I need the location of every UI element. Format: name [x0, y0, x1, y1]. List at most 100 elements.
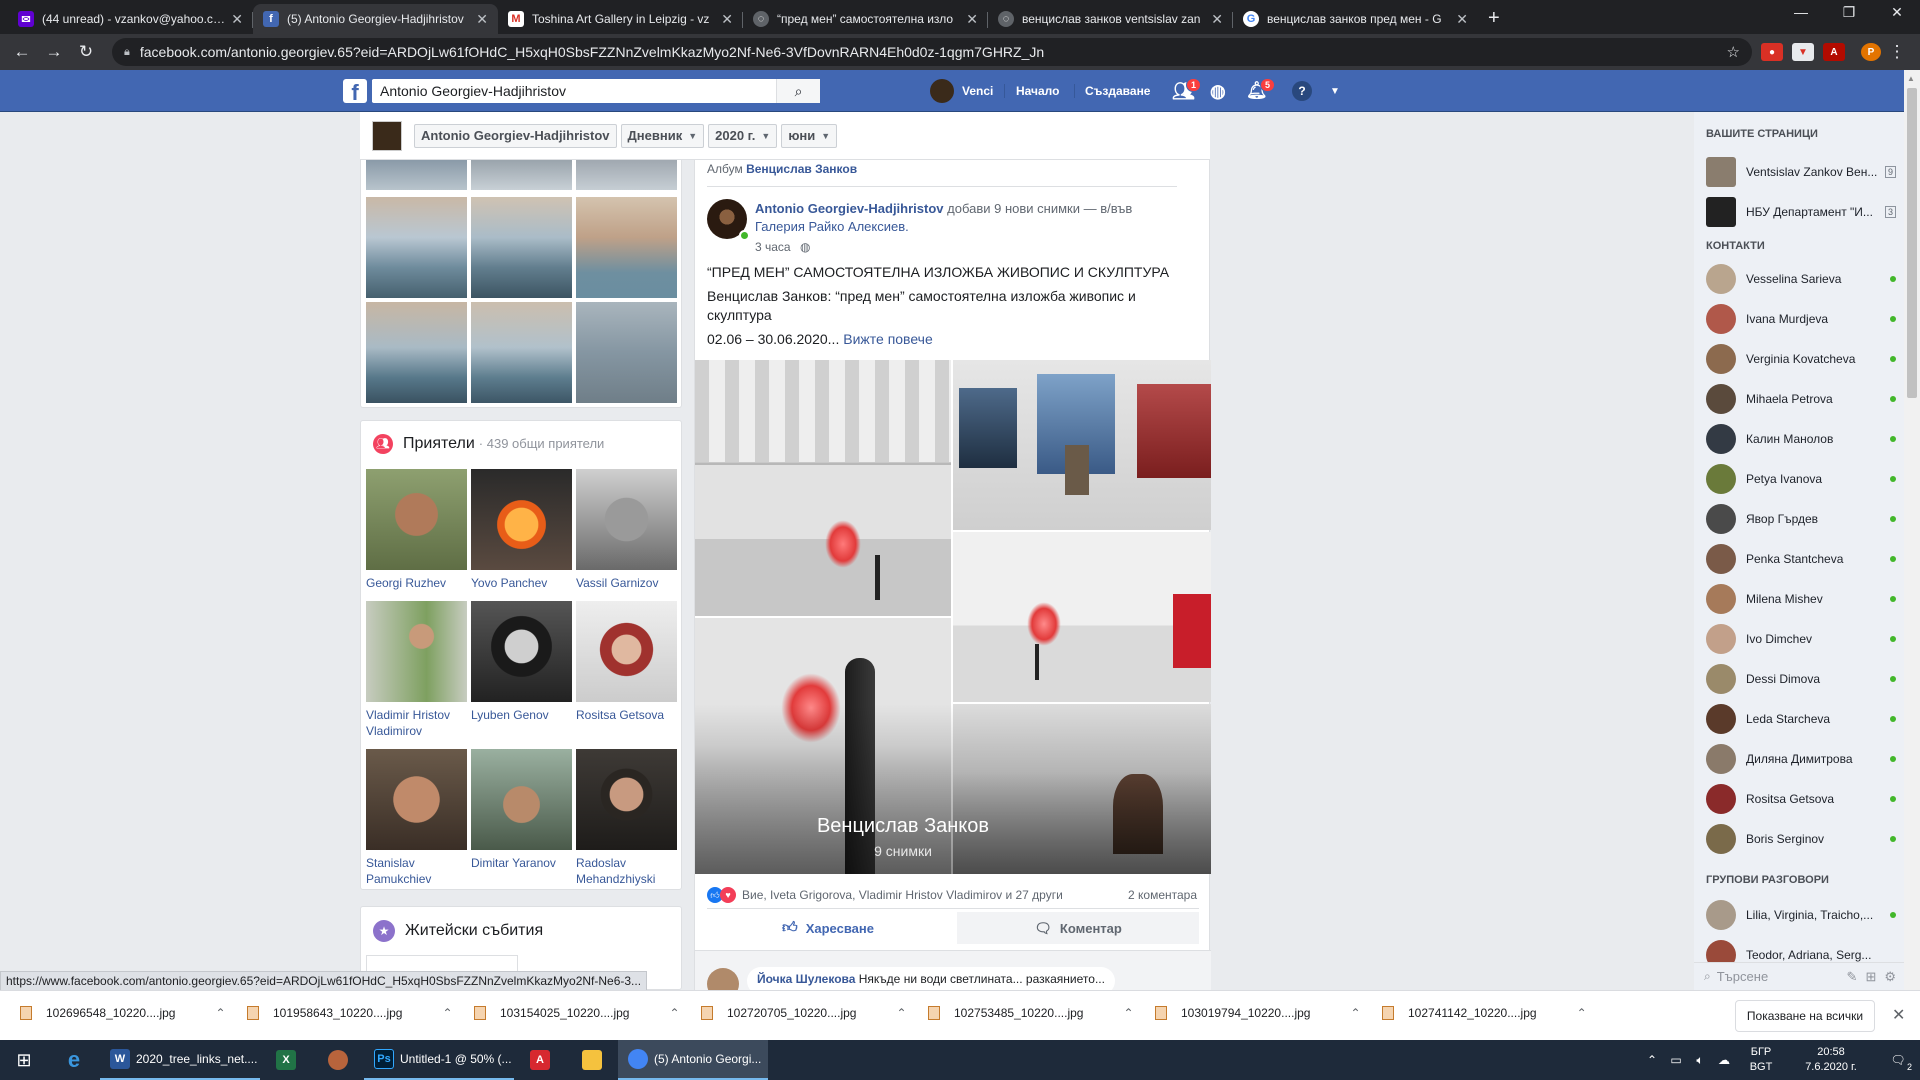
group-item[interactable]: Lilia, Virginia, Traicho,... — [1706, 898, 1896, 932]
window-close-icon[interactable]: ✕ — [1874, 4, 1920, 21]
photo-thumbnail[interactable] — [471, 160, 572, 190]
pocket-icon[interactable]: ▼ — [1792, 43, 1814, 61]
contact-item[interactable]: Rositsa Getsova — [1706, 782, 1896, 816]
close-icon[interactable]: ✕ — [966, 11, 978, 28]
taskbar-photoshop[interactable]: Ps Untitled-1 @ 50% (... — [364, 1040, 514, 1080]
friend-name[interactable]: Radoslav Mehandzhiyski — [576, 855, 676, 887]
download-item[interactable]: 103154025_10220....jpg ⌃ — [474, 1006, 680, 1020]
back-icon[interactable]: ← — [6, 42, 38, 62]
album-photo[interactable] — [953, 360, 1211, 530]
clock[interactable]: 20:58 7.6.2020 г. — [1786, 1040, 1876, 1080]
bookmark-star-icon[interactable]: ☆ — [1727, 43, 1740, 61]
gear-icon[interactable]: ⚙ — [1884, 969, 1896, 985]
friend-requests-icon[interactable]: 👥︎ 1 — [1172, 70, 1202, 112]
profile-thumbnail[interactable] — [372, 120, 402, 151]
photo-thumbnail[interactable] — [471, 197, 572, 298]
group-chat-icon[interactable]: ⊞ — [1865, 969, 1876, 985]
scrollbar-thumb[interactable] — [1907, 88, 1917, 398]
download-item[interactable]: 101958643_10220....jpg ⌃ — [247, 1006, 453, 1020]
comment-button[interactable]: 🗨︎ Коментар — [957, 912, 1199, 944]
app-icon[interactable] — [312, 1040, 364, 1080]
photo-thumbnail[interactable] — [576, 160, 677, 190]
close-icon[interactable]: ✕ — [231, 11, 243, 28]
messenger-icon[interactable]: ◍ — [1210, 70, 1226, 112]
photo-thumbnail[interactable] — [471, 302, 572, 403]
friend-name[interactable]: Vassil Garnizov — [576, 575, 658, 591]
contact-item[interactable]: Leda Starcheva — [1706, 702, 1896, 736]
chevron-up-icon[interactable]: ⌃ — [442, 1006, 452, 1020]
download-item[interactable]: 102696548_10220....jpg ⌃ — [20, 1006, 226, 1020]
contact-item[interactable]: Petya Ivanova — [1706, 462, 1896, 496]
volume-icon[interactable]: 🔈︎ — [1688, 1040, 1712, 1080]
close-icon[interactable]: ✕ — [721, 11, 733, 28]
contact-item[interactable]: Ivo Dimchev — [1706, 622, 1896, 656]
contact-item[interactable]: Mihaela Petrova — [1706, 382, 1896, 416]
comments-count[interactable]: 2 коментара — [1128, 888, 1197, 902]
chevron-up-icon[interactable]: ⌃ — [1123, 1006, 1133, 1020]
chevron-up-icon[interactable]: ⌃ — [1350, 1006, 1360, 1020]
friend-name[interactable]: Dimitar Yaranov — [471, 855, 556, 871]
friend-photo[interactable] — [471, 749, 572, 850]
friend-name[interactable]: Georgi Ruzhev — [366, 575, 446, 591]
download-item[interactable]: 102720705_10220....jpg ⌃ — [701, 1006, 907, 1020]
address-bar[interactable]: 🔒︎ facebook.com/antonio.georgiev.65?eid=… — [112, 38, 1752, 66]
taskbar-chrome[interactable]: (5) Antonio Georgi... — [618, 1040, 768, 1080]
language-indicator[interactable]: БГР BGT — [1736, 1040, 1786, 1080]
reactions-summary[interactable]: Вие, Iveta Grigorova, Vladimir Hristov V… — [742, 888, 1063, 902]
page-item[interactable]: Ventsislav Zankov Вен... 9 — [1706, 155, 1896, 189]
see-more-link[interactable]: Вижте повече — [843, 331, 933, 347]
home-link[interactable]: Начало — [1016, 70, 1059, 112]
friend-photo[interactable] — [576, 749, 677, 850]
reload-icon[interactable]: ↻ — [70, 42, 102, 62]
section-select[interactable]: Дневник ▼ — [620, 123, 705, 148]
download-item[interactable]: 102753485_10220....jpg ⌃ — [928, 1006, 1134, 1020]
friend-photo[interactable] — [576, 601, 677, 702]
excel-icon[interactable]: X — [260, 1040, 312, 1080]
restore-icon[interactable]: ❐ — [1826, 4, 1872, 21]
extension-icon[interactable]: ● — [1761, 43, 1783, 61]
windows-start-icon[interactable]: ⊞ — [0, 1040, 48, 1080]
help-icon[interactable]: ? — [1292, 81, 1312, 101]
photo-thumbnail[interactable] — [576, 302, 677, 403]
contact-item[interactable]: Penka Stantcheva — [1706, 542, 1896, 576]
friend-name[interactable]: Stanislav Pamukchiev — [366, 855, 466, 887]
like-button[interactable]: 👍︎ Харесване — [707, 912, 949, 944]
friend-name[interactable]: Rositsa Getsova — [576, 707, 664, 723]
page-scrollbar[interactable]: ▲ — [1904, 70, 1920, 990]
album-photo[interactable] — [953, 532, 1211, 702]
contact-item[interactable]: Явор Гърдев — [1706, 502, 1896, 536]
taskbar-word[interactable]: W 2020_tree_links_net.... — [100, 1040, 260, 1080]
post-author[interactable]: Antonio Georgiev-Hadjihristov — [755, 201, 944, 216]
facebook-logo-icon[interactable]: f — [343, 79, 367, 103]
contact-item[interactable]: Ivana Murdjeva — [1706, 302, 1896, 336]
compose-icon[interactable]: ✎ — [1847, 969, 1858, 985]
contact-item[interactable]: Verginia Kovatcheva — [1706, 342, 1896, 376]
create-link[interactable]: Създаване — [1085, 70, 1150, 112]
photo-thumbnail[interactable] — [366, 302, 467, 403]
profile-link[interactable]: Venci — [930, 70, 993, 112]
minimize-icon[interactable]: — — [1778, 4, 1824, 20]
show-all-downloads-button[interactable]: Показване на всички — [1735, 1000, 1875, 1032]
photo-thumbnail[interactable] — [366, 160, 467, 190]
photo-thumbnail[interactable] — [366, 197, 467, 298]
friend-name[interactable]: Yovo Panchev — [471, 575, 547, 591]
album-overlay-title[interactable]: Венцислав Занков — [695, 815, 1111, 838]
show-hidden-icons-icon[interactable]: ⌃ — [1640, 1040, 1664, 1080]
month-select[interactable]: юни ▼ — [781, 123, 838, 148]
year-select[interactable]: 2020 г. ▼ — [708, 123, 778, 148]
friends-title[interactable]: Приятели — [403, 435, 475, 453]
friend-photo[interactable] — [366, 749, 467, 850]
friend-photo[interactable] — [471, 469, 572, 570]
album-link[interactable]: Венцислав Занков — [746, 162, 857, 176]
tab-search-result-1[interactable]: ◌ “пред мен” самостоятелна изло ✕ — [743, 4, 988, 34]
profile-name-button[interactable]: Antonio Georgiev-Hadjihristov — [414, 123, 617, 148]
friend-photo[interactable] — [576, 469, 677, 570]
contact-item[interactable]: Dessi Dimova — [1706, 662, 1896, 696]
tab-gmail[interactable]: M Toshina Art Gallery in Leipzig - vz ✕ — [498, 4, 743, 34]
album-photo[interactable] — [695, 360, 951, 616]
close-downloads-icon[interactable]: ✕ — [1892, 1005, 1905, 1025]
menu-dots-icon[interactable]: ⋮ — [1881, 42, 1913, 62]
chat-search-input[interactable]: Търсене — [1717, 969, 1847, 984]
page-item[interactable]: НБУ Департамент "И... 3 — [1706, 195, 1896, 229]
search-icon[interactable]: ⌕ — [776, 79, 820, 103]
